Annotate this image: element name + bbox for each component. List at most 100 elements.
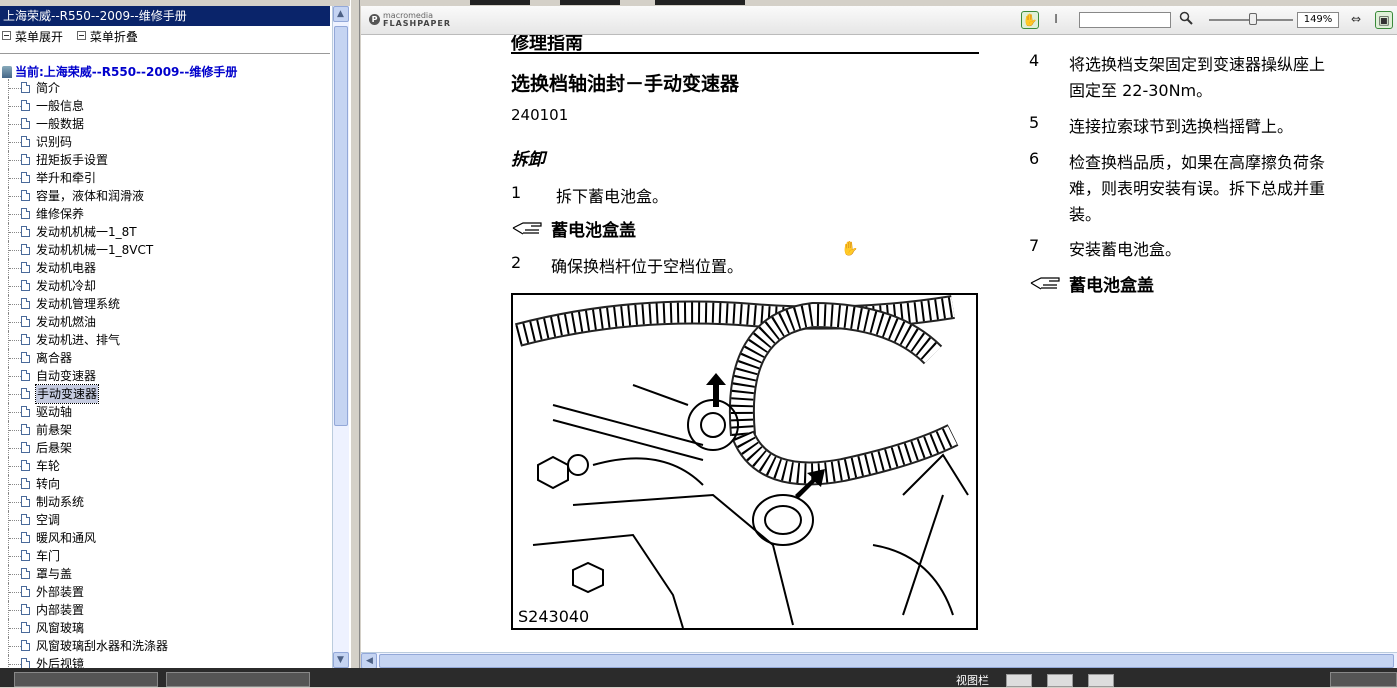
document-icon bbox=[21, 442, 30, 453]
viewer-toolbar: P macromedia FLASHPAPER ✋ I 149% ⇔ ▣ bbox=[361, 6, 1397, 35]
tree-node-label: 后悬架 bbox=[36, 441, 73, 455]
tree-node[interactable]: 制动系统 bbox=[0, 493, 330, 511]
tree-connector bbox=[9, 160, 21, 161]
document-icon bbox=[21, 586, 30, 597]
tree-connector bbox=[9, 448, 21, 449]
tree-node-label: 离合器 bbox=[36, 351, 73, 365]
text-select-button[interactable]: I bbox=[1047, 11, 1065, 29]
hand-tool-button[interactable]: ✋ bbox=[1021, 11, 1039, 29]
tree-connector bbox=[9, 358, 21, 359]
tree-node-label: 发动机管理系统 bbox=[36, 297, 121, 311]
tree-connector bbox=[9, 124, 21, 125]
tree-node[interactable]: 手动变速器 bbox=[0, 384, 330, 404]
toc-pane: 上海荣威--R550--2009--维修手册 菜单展开 菜单折叠 当前:上海荣威… bbox=[0, 6, 350, 668]
tree-node-label: 一般信息 bbox=[36, 99, 85, 113]
document-icon bbox=[21, 172, 30, 183]
tree-node-label: 暖风和通风 bbox=[36, 531, 97, 545]
view-layout-single-button[interactable] bbox=[1006, 674, 1032, 687]
tree-node[interactable]: 风窗玻璃 bbox=[0, 619, 330, 637]
tree-node[interactable]: 驱动轴 bbox=[0, 403, 330, 421]
hand-cursor-icon: ✋ bbox=[841, 241, 859, 257]
tree-node[interactable]: 举升和牵引 bbox=[0, 169, 330, 187]
engine-bay-drawing bbox=[514, 295, 969, 628]
tree-node[interactable]: 简介 bbox=[0, 79, 330, 97]
tree-node[interactable]: 外部装置 bbox=[0, 583, 330, 601]
scroll-left-button[interactable]: ◀ bbox=[361, 653, 377, 668]
document-icon bbox=[21, 550, 30, 561]
current-root-node[interactable]: 当前:上海荣威--R550--2009--维修手册 bbox=[2, 63, 237, 80]
tree-node[interactable]: 识别码 bbox=[0, 133, 330, 151]
reference-link[interactable]: 蓄电池盒盖 bbox=[1069, 271, 1154, 296]
document-icon bbox=[21, 118, 30, 129]
scroll-thumb[interactable] bbox=[379, 654, 1394, 668]
taskbar-button[interactable] bbox=[14, 672, 158, 687]
tree-connector bbox=[9, 340, 21, 341]
taskbar-button[interactable] bbox=[1330, 672, 1397, 687]
tree-node[interactable]: 风窗玻璃刮水器和洗涤器 bbox=[0, 637, 330, 655]
document-icon bbox=[21, 406, 30, 417]
figure-label: S243040 bbox=[516, 607, 592, 626]
fit-width-button[interactable]: ⇔ bbox=[1347, 11, 1365, 29]
document-icon bbox=[21, 316, 30, 327]
bottom-taskbar: 视图栏 bbox=[0, 668, 1397, 687]
tree-node[interactable]: 罩与盖 bbox=[0, 565, 330, 583]
tree-node[interactable]: 发动机电器 bbox=[0, 259, 330, 277]
tree-node[interactable]: 容量，液体和润滑液 bbox=[0, 187, 330, 205]
document-icon bbox=[21, 604, 30, 615]
tree-node[interactable]: 发动机管理系统 bbox=[0, 295, 330, 313]
tree-connector bbox=[9, 538, 21, 539]
tree-node[interactable]: 自动变速器 bbox=[0, 367, 330, 385]
tree-node-label: 发动机机械一1_8T bbox=[36, 225, 137, 239]
tree-node[interactable]: 维修保养 bbox=[0, 205, 330, 223]
tree-node[interactable]: 发动机机械一1_8VCT bbox=[0, 241, 330, 259]
tree-node[interactable]: 暖风和通风 bbox=[0, 529, 330, 547]
tree-node[interactable]: 扭矩扳手设置 bbox=[0, 151, 330, 169]
tree-connector bbox=[9, 304, 21, 305]
expand-menu-button[interactable]: 菜单展开 bbox=[2, 28, 63, 46]
scroll-thumb[interactable] bbox=[334, 26, 348, 426]
tree-node-label: 发动机进、排气 bbox=[36, 333, 121, 347]
tree-node[interactable]: 车门 bbox=[0, 547, 330, 565]
tree-node[interactable]: 发动机机械一1_8T bbox=[0, 223, 330, 241]
tree-connector bbox=[9, 178, 21, 179]
tree-node-label: 空调 bbox=[36, 513, 61, 527]
tree-node[interactable]: 内部装置 bbox=[0, 601, 330, 619]
tree-node[interactable]: 车轮 bbox=[0, 457, 330, 475]
tree-node[interactable]: 一般信息 bbox=[0, 97, 330, 115]
toc-vertical-scrollbar[interactable]: ▲ ▼ bbox=[332, 6, 349, 668]
tree-node[interactable]: 发动机冷却 bbox=[0, 277, 330, 295]
document-page[interactable]: 修理指南 选换档轴油封－手动变速器 240101 拆卸 1 拆下蓄电池盒。 蓄电… bbox=[361, 35, 1397, 653]
pane-splitter[interactable] bbox=[350, 0, 360, 668]
tree-connector bbox=[9, 376, 21, 377]
tree-node[interactable]: 空调 bbox=[0, 511, 330, 529]
search-button[interactable] bbox=[1177, 11, 1195, 29]
collapse-box-icon bbox=[2, 31, 11, 40]
tree-node-label: 发动机电器 bbox=[36, 261, 97, 275]
top-strip-block bbox=[560, 0, 620, 5]
tree-node[interactable]: 外后视镜 bbox=[0, 655, 330, 668]
tree-node[interactable]: 离合器 bbox=[0, 349, 330, 367]
reference-link[interactable]: 蓄电池盒盖 bbox=[551, 216, 636, 241]
zoom-level-field[interactable]: 149% bbox=[1297, 12, 1339, 28]
scroll-up-button[interactable]: ▲ bbox=[333, 6, 349, 22]
tree-node-label: 简介 bbox=[36, 81, 61, 95]
tree-node[interactable]: 一般数据 bbox=[0, 115, 330, 133]
fit-page-button[interactable]: ▣ bbox=[1375, 11, 1393, 29]
tree-node[interactable]: 前悬架 bbox=[0, 421, 330, 439]
scroll-down-button[interactable]: ▼ bbox=[333, 652, 349, 668]
tree-connector bbox=[9, 520, 21, 521]
tree-node[interactable]: 后悬架 bbox=[0, 439, 330, 457]
top-strip-block bbox=[470, 0, 530, 5]
tree-node[interactable]: 转向 bbox=[0, 475, 330, 493]
collapse-menu-button[interactable]: 菜单折叠 bbox=[76, 28, 138, 46]
document-icon bbox=[21, 478, 30, 489]
tree-node[interactable]: 发动机燃油 bbox=[0, 313, 330, 331]
doc-horizontal-scrollbar[interactable]: ◀ bbox=[361, 652, 1397, 668]
zoom-slider-thumb[interactable] bbox=[1249, 13, 1257, 25]
view-layout-full-button[interactable] bbox=[1088, 674, 1114, 687]
view-layout-split-button[interactable] bbox=[1047, 674, 1073, 687]
taskbar-button[interactable] bbox=[166, 672, 310, 687]
search-input[interactable] bbox=[1079, 12, 1171, 28]
tree-node[interactable]: 发动机进、排气 bbox=[0, 331, 330, 349]
tree-connector bbox=[9, 646, 21, 647]
